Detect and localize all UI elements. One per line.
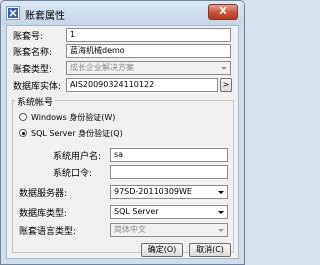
windows-auth-radio[interactable]: [19, 113, 27, 121]
db-instance-label: 数据库实体:: [13, 82, 62, 92]
account-type-select: 成长企业解决方案: [66, 61, 231, 75]
account-no-label: 账套号:: [13, 32, 44, 42]
password-field[interactable]: [110, 165, 228, 179]
account-name-label: 账套名称:: [13, 48, 53, 58]
dialog-body: 账套号: 1 账套名称: 蓝海机械demo 账套类型: 成长企业解决方案 数据库…: [6, 25, 239, 259]
username-label: 系统用户名:: [53, 152, 102, 162]
db-server-value: 97SD-20110309WE: [114, 187, 192, 196]
chevron-down-icon: [218, 191, 224, 194]
chevron-down-icon: [221, 67, 227, 70]
db-type-label: 数据库类型:: [19, 209, 68, 219]
password-label: 系统口令:: [53, 169, 93, 179]
app-icon: [6, 6, 20, 20]
close-button[interactable]: X: [208, 4, 238, 20]
chevron-down-icon: [218, 211, 224, 214]
db-instance-field[interactable]: AIS20090324110122: [66, 78, 218, 92]
db-type-value: SQL Server: [114, 207, 159, 216]
ok-button[interactable]: 确定(O): [141, 243, 183, 257]
chevron-down-icon: [218, 229, 224, 232]
db-server-select[interactable]: 97SD-20110309WE: [110, 185, 228, 199]
cancel-button[interactable]: 取消(C): [189, 243, 231, 257]
system-account-group-title: 系统帐号: [15, 95, 56, 108]
sql-auth-label[interactable]: SQL Server 身份验证(Q): [31, 128, 123, 139]
account-name-field[interactable]: 蓝海机械demo: [66, 44, 231, 58]
windows-auth-label[interactable]: Windows 身份验证(W): [31, 112, 115, 123]
account-type-value: 成长企业解决方案: [70, 63, 134, 72]
username-field[interactable]: sa: [110, 148, 228, 162]
db-type-select[interactable]: SQL Server: [110, 205, 228, 219]
db-instance-browse-button[interactable]: >: [220, 78, 232, 92]
account-type-label: 账套类型:: [13, 65, 53, 75]
lang-type-label: 账套语言类型:: [19, 227, 77, 237]
db-server-label: 数据服务器:: [19, 189, 68, 199]
window-title: 账套属性: [25, 11, 65, 22]
dialog-window: 账套属性 X 账套号: 1 账套名称: 蓝海机械demo 账套类型: 成长企业解…: [0, 0, 245, 265]
lang-type-select: 简体中文: [110, 223, 228, 237]
lang-type-value: 简体中文: [114, 225, 146, 234]
account-no-field[interactable]: 1: [66, 28, 231, 42]
sql-auth-radio[interactable]: [19, 129, 27, 137]
title-bar[interactable]: 账套属性 X: [1, 1, 244, 25]
